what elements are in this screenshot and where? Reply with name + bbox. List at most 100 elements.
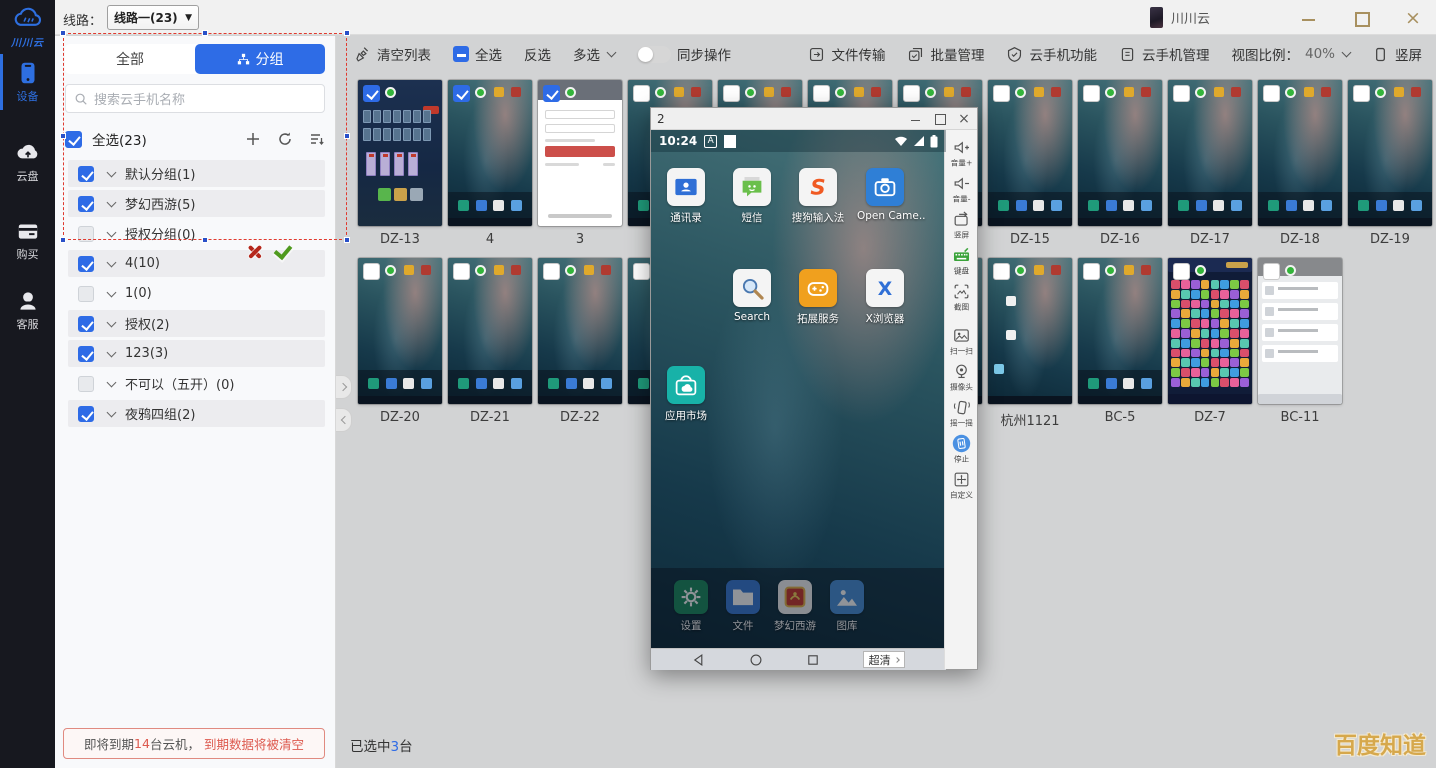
clear-list-button[interactable]: 清空列表 <box>354 44 431 64</box>
chevron-down-icon[interactable] <box>107 408 117 418</box>
sidebar-item-devices[interactable]: 设备 <box>0 60 55 104</box>
device-checkbox[interactable] <box>1353 85 1370 102</box>
phone-app-x-browser[interactable]: XX浏览器 <box>857 269 913 326</box>
tool-webcam[interactable]: 摄像头 <box>945 362 978 393</box>
device-checkbox[interactable] <box>1083 85 1100 102</box>
group-row[interactable]: 夜鸦四组(2) <box>68 400 325 427</box>
group-checkbox[interactable] <box>78 376 94 392</box>
search-input[interactable]: 搜索云手机名称 <box>65 84 325 113</box>
quality-selector[interactable]: 超清 <box>863 651 905 668</box>
phone-screen[interactable]: 10:24 A 通讯录短信S搜狗输入法Open Came..Search拓展服务… <box>651 130 946 670</box>
select-all-indeterminate-checkbox[interactable] <box>453 46 469 62</box>
device-checkbox[interactable] <box>1263 263 1280 280</box>
close-button[interactable]: × <box>1400 8 1426 28</box>
tool-volume-down[interactable]: 音量- <box>945 174 978 205</box>
tool-stop[interactable]: 停止 <box>945 434 978 465</box>
chevron-down-icon[interactable] <box>107 348 117 358</box>
group-checkbox[interactable] <box>78 346 94 362</box>
device-checkbox[interactable] <box>543 85 560 102</box>
device-checkbox[interactable] <box>723 85 740 102</box>
phone-app-search-app[interactable]: Search <box>724 269 780 323</box>
tool-keyboard[interactable]: 键盘 <box>945 246 978 277</box>
tool-scan[interactable]: 扫一扫 <box>945 326 978 357</box>
group-row[interactable]: 授权(2) <box>68 310 325 337</box>
group-checkbox[interactable] <box>78 256 94 272</box>
phone-maximize-button[interactable] <box>933 112 947 126</box>
home-button[interactable] <box>749 653 763 667</box>
annotation-handle[interactable] <box>60 133 66 139</box>
device-checkbox[interactable] <box>993 85 1010 102</box>
device-checkbox[interactable] <box>993 263 1010 280</box>
chevron-down-icon[interactable] <box>107 228 117 238</box>
recents-button[interactable] <box>806 653 820 667</box>
device-checkbox[interactable] <box>1173 85 1190 102</box>
device-thumbnail[interactable] <box>538 258 622 404</box>
chevron-down-icon[interactable] <box>107 288 117 298</box>
phone-app-contacts[interactable]: 通讯录 <box>658 168 714 225</box>
phone-app-messages[interactable]: 短信 <box>724 168 780 225</box>
collapse-panel-arrow[interactable] <box>336 408 352 432</box>
device-checkbox[interactable] <box>633 85 650 102</box>
tool-rotate-screen[interactable]: 竖屏 <box>945 210 978 241</box>
phone-manage-button[interactable]: 云手机管理 <box>1119 44 1210 64</box>
device-checkbox[interactable] <box>1173 263 1190 280</box>
phone-minimize-button[interactable] <box>909 112 923 126</box>
chevron-down-icon[interactable] <box>107 258 117 268</box>
phone-close-button[interactable]: × <box>957 112 971 126</box>
annotation-handle[interactable] <box>344 237 350 243</box>
device-checkbox[interactable] <box>903 85 920 102</box>
device-thumbnail[interactable] <box>1078 80 1162 226</box>
device-thumbnail[interactable] <box>448 80 532 226</box>
device-checkbox[interactable] <box>453 263 470 280</box>
phone-app-open-camera[interactable]: Open Came.. <box>857 168 913 222</box>
tab-groups[interactable]: 分组 <box>195 44 325 74</box>
device-checkbox[interactable] <box>1083 263 1100 280</box>
group-checkbox[interactable] <box>78 286 94 302</box>
chevron-down-icon[interactable] <box>107 168 117 178</box>
batch-manage-button[interactable]: 批量管理 <box>907 44 984 64</box>
phone-app-services[interactable]: 拓展服务 <box>790 269 846 326</box>
maximize-button[interactable] <box>1348 8 1374 28</box>
select-all-toolbar[interactable]: 全选 <box>453 44 502 64</box>
group-row[interactable]: 梦幻西游(5) <box>68 190 325 217</box>
refresh-icon[interactable] <box>277 131 293 147</box>
device-thumbnail[interactable] <box>358 258 442 404</box>
annotation-handle[interactable] <box>60 237 66 243</box>
tool-shake[interactable]: 摇一摇 <box>945 398 978 429</box>
annotation-handle[interactable] <box>60 30 66 36</box>
select-all-checkbox[interactable] <box>65 131 82 148</box>
device-checkbox[interactable] <box>363 263 380 280</box>
add-icon[interactable] <box>245 131 261 147</box>
device-thumbnail[interactable] <box>538 80 622 226</box>
group-row[interactable]: 默认分组(1) <box>68 160 325 187</box>
device-checkbox[interactable] <box>1263 85 1280 102</box>
device-thumbnail[interactable] <box>1348 80 1432 226</box>
device-checkbox[interactable] <box>813 85 830 102</box>
device-thumbnail[interactable] <box>1168 258 1252 404</box>
expand-panel-arrow[interactable] <box>336 375 352 399</box>
chevron-down-icon[interactable] <box>107 378 117 388</box>
tool-custom[interactable]: 自定义 <box>945 470 978 501</box>
back-button[interactable] <box>692 653 706 667</box>
device-checkbox[interactable] <box>543 263 560 280</box>
invert-selection-button[interactable]: 反选 <box>524 44 551 64</box>
tool-volume-up[interactable]: 音量+ <box>945 138 978 169</box>
tab-all[interactable]: 全部 <box>65 44 195 74</box>
group-row[interactable]: 123(3) <box>68 340 325 367</box>
device-thumbnail[interactable] <box>1078 258 1162 404</box>
line-select-dropdown[interactable]: 线路一(23) ▼ <box>107 5 199 30</box>
sidebar-item-cloud-disk[interactable]: 云盘 <box>0 140 55 184</box>
sidebar-item-purchase[interactable]: 购买 <box>0 218 55 262</box>
toggle-off-icon[interactable] <box>637 46 671 63</box>
group-checkbox[interactable] <box>78 196 94 212</box>
chevron-down-icon[interactable] <box>107 198 117 208</box>
device-thumbnail[interactable] <box>448 258 532 404</box>
sort-icon[interactable] <box>309 131 325 147</box>
device-thumbnail[interactable] <box>988 258 1072 404</box>
annotation-handle[interactable] <box>344 30 350 36</box>
device-thumbnail[interactable] <box>1168 80 1252 226</box>
group-row[interactable]: 不可以（五开）(0) <box>68 370 325 397</box>
device-thumbnail[interactable] <box>1258 258 1342 404</box>
device-thumbnail[interactable] <box>358 80 442 226</box>
annotation-cancel-icon[interactable] <box>246 243 264 261</box>
